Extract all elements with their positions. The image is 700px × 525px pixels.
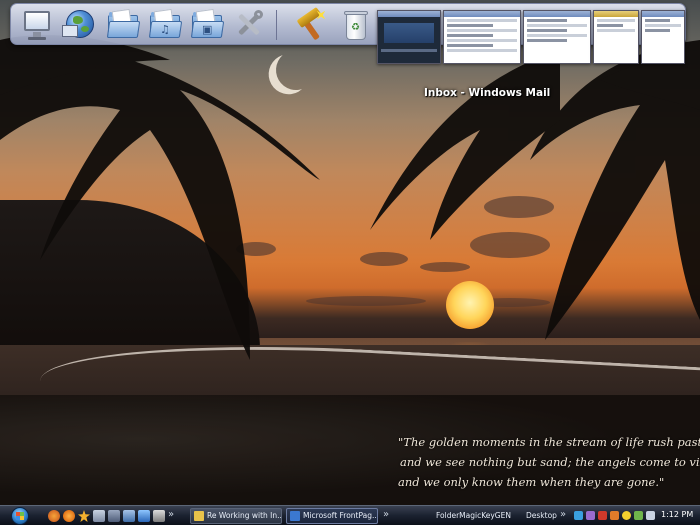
documents-folder-icon[interactable]: [105, 7, 141, 43]
firefox-icon[interactable]: [48, 510, 60, 522]
cleanup-tool-icon[interactable]: [293, 7, 329, 43]
taskbar-overflow-chevron-icon[interactable]: »: [383, 509, 389, 520]
settings-icon[interactable]: [108, 510, 120, 522]
desktop-wallpaper: [0, 0, 700, 505]
dock-separator: [276, 10, 277, 40]
network-globe-icon[interactable]: [61, 7, 97, 43]
windows-flag-icon: [16, 512, 24, 520]
quote-line-1: "The golden moments in the stream of lif…: [398, 435, 700, 449]
desktop-toolbar-chevron-icon[interactable]: »: [560, 509, 566, 520]
start-button[interactable]: [2, 506, 36, 525]
tray-smiley-icon[interactable]: [622, 511, 631, 520]
tray-app-icon[interactable]: [574, 511, 583, 520]
network-icon[interactable]: [123, 510, 135, 522]
thumbnail-caption: Inbox - Windows Mail: [424, 87, 551, 99]
taskbar-button-frontpage[interactable]: Microsoft FrontPag...: [286, 508, 378, 524]
taskbar-clock[interactable]: 1:12 PM: [661, 510, 693, 519]
mail-icon: [194, 511, 204, 521]
taskbar: » Re Working with In... Microsoft FrontP…: [0, 505, 700, 525]
quick-launch-chevron-icon[interactable]: »: [168, 509, 174, 520]
window-thumbnail-explorer[interactable]: [593, 10, 639, 64]
window-thumbnail-text-editor[interactable]: [523, 10, 591, 64]
wallpaper-quote: "The golden moments in the stream of lif…: [398, 432, 700, 492]
utility-icon[interactable]: [93, 510, 105, 522]
frontpage-icon: [290, 511, 300, 521]
taskbar-button-label: Microsoft FrontPag...: [303, 511, 378, 520]
toolbar-desktop[interactable]: Desktop: [526, 511, 557, 520]
tray-app-icon[interactable]: [610, 511, 619, 520]
star-icon[interactable]: [78, 510, 90, 522]
toolbar-foldermagickeygen[interactable]: FolderMagicKeyGEN: [436, 511, 511, 520]
window-thumbnail-browser[interactable]: [641, 10, 685, 64]
taskbar-button-label: Re Working with In...: [207, 511, 282, 520]
window-thumbnail-windows-mail[interactable]: [377, 10, 441, 64]
quote-line-2: and we see nothing but sand; the angels …: [400, 455, 700, 469]
tray-volume-icon[interactable]: [646, 511, 655, 520]
tray-security-icon[interactable]: [598, 511, 607, 520]
media-icon[interactable]: [153, 510, 165, 522]
computer-icon[interactable]: [19, 7, 55, 43]
quote-line-3: and we only know them when they are gone…: [398, 475, 665, 489]
browser-icon[interactable]: [63, 510, 75, 522]
taskbar-button-mail[interactable]: Re Working with In...: [190, 508, 282, 524]
show-desktop-icon[interactable]: [138, 510, 150, 522]
window-thumbnail-spreadsheet[interactable]: [443, 10, 521, 64]
recycle-bin-icon[interactable]: ♻: [337, 7, 373, 43]
music-folder-icon[interactable]: ♫: [147, 7, 183, 43]
tray-network-icon[interactable]: [634, 511, 643, 520]
tray-app-icon[interactable]: [586, 511, 595, 520]
palm-fronds: [0, 35, 700, 360]
pictures-folder-icon[interactable]: ▣: [189, 7, 225, 43]
tools-icon[interactable]: [230, 7, 266, 43]
